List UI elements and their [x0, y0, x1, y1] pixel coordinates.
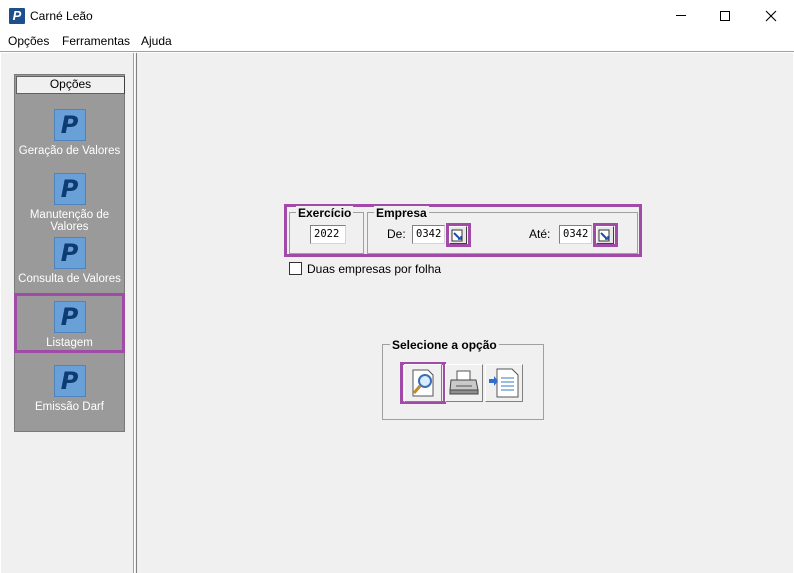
preview-button[interactable] — [404, 364, 442, 402]
duas-empresas-checkbox[interactable] — [289, 262, 302, 275]
lookup-icon — [451, 229, 463, 242]
options-bar: Opções P Geração de Valores P Manutenção… — [14, 74, 125, 432]
print-button[interactable] — [445, 364, 483, 402]
p-logo-icon: P — [53, 109, 86, 141]
printer-icon — [449, 370, 479, 395]
client-area: Opções P Geração de Valores P Manutenção… — [1, 53, 793, 573]
lookup-icon — [598, 229, 610, 242]
menu-opcoes[interactable]: Opções — [8, 34, 49, 48]
sidebar-item-consulta[interactable]: P Consulta de Valores — [15, 237, 124, 285]
minimize-button[interactable] — [658, 0, 704, 31]
sidebar-item-label: Consulta de Valores — [18, 273, 121, 285]
empresa-de-lookup-button[interactable] — [449, 226, 467, 244]
menu-ferramentas[interactable]: Ferramentas — [62, 34, 130, 48]
duas-empresas-label: Duas empresas por folha — [307, 262, 442, 276]
maximize-icon — [720, 10, 730, 21]
exercicio-legend: Exercício — [296, 206, 354, 220]
panel-splitter[interactable] — [134, 53, 137, 573]
selected-item-highlight — [14, 293, 125, 353]
close-icon — [765, 10, 777, 21]
menu-ajuda[interactable]: Ajuda — [141, 34, 172, 48]
exercicio-field[interactable]: 2022 — [310, 225, 346, 244]
sidebar-item-label: Manutenção de Valores — [29, 209, 110, 233]
empresa-de-field[interactable]: 0342 — [412, 225, 445, 244]
options-bar-header[interactable]: Opções — [16, 76, 125, 94]
sidebar-item-manutencao[interactable]: P Manutenção de Valores — [15, 173, 124, 233]
p-logo-icon: P — [53, 173, 86, 205]
export-file-icon — [489, 368, 519, 398]
selecione-opcao-legend: Selecione a opção — [390, 338, 499, 352]
ate-label: Até: — [529, 227, 551, 241]
de-label: De: — [387, 227, 406, 241]
maximize-button[interactable] — [702, 0, 748, 31]
export-button[interactable] — [485, 364, 523, 402]
empresa-legend: Empresa — [374, 206, 429, 220]
sidebar-item-label: Emissão Darf — [34, 401, 105, 413]
menu-bar: Opções Ferramentas Ajuda — [0, 31, 794, 51]
sidebar-item-geracao[interactable]: P Geração de Valores — [15, 109, 124, 157]
p-logo-icon: P — [53, 237, 86, 269]
p-logo-icon: P — [53, 365, 86, 397]
minimize-icon — [676, 15, 686, 16]
left-panel: Opções P Geração de Valores P Manutenção… — [1, 53, 134, 573]
sidebar-item-label: Geração de Valores — [18, 145, 121, 157]
app-logo-icon: P — [9, 8, 25, 24]
empresa-ate-field[interactable]: 0342 — [559, 225, 592, 244]
close-button[interactable] — [748, 0, 794, 31]
title-bar: P Carné Leão — [0, 0, 794, 31]
empresa-ate-lookup-button[interactable] — [596, 226, 614, 244]
sidebar-item-emissao-darf[interactable]: P Emissão Darf — [15, 365, 124, 413]
window-title: Carné Leão — [30, 9, 93, 23]
preview-magnifier-icon — [412, 369, 434, 397]
